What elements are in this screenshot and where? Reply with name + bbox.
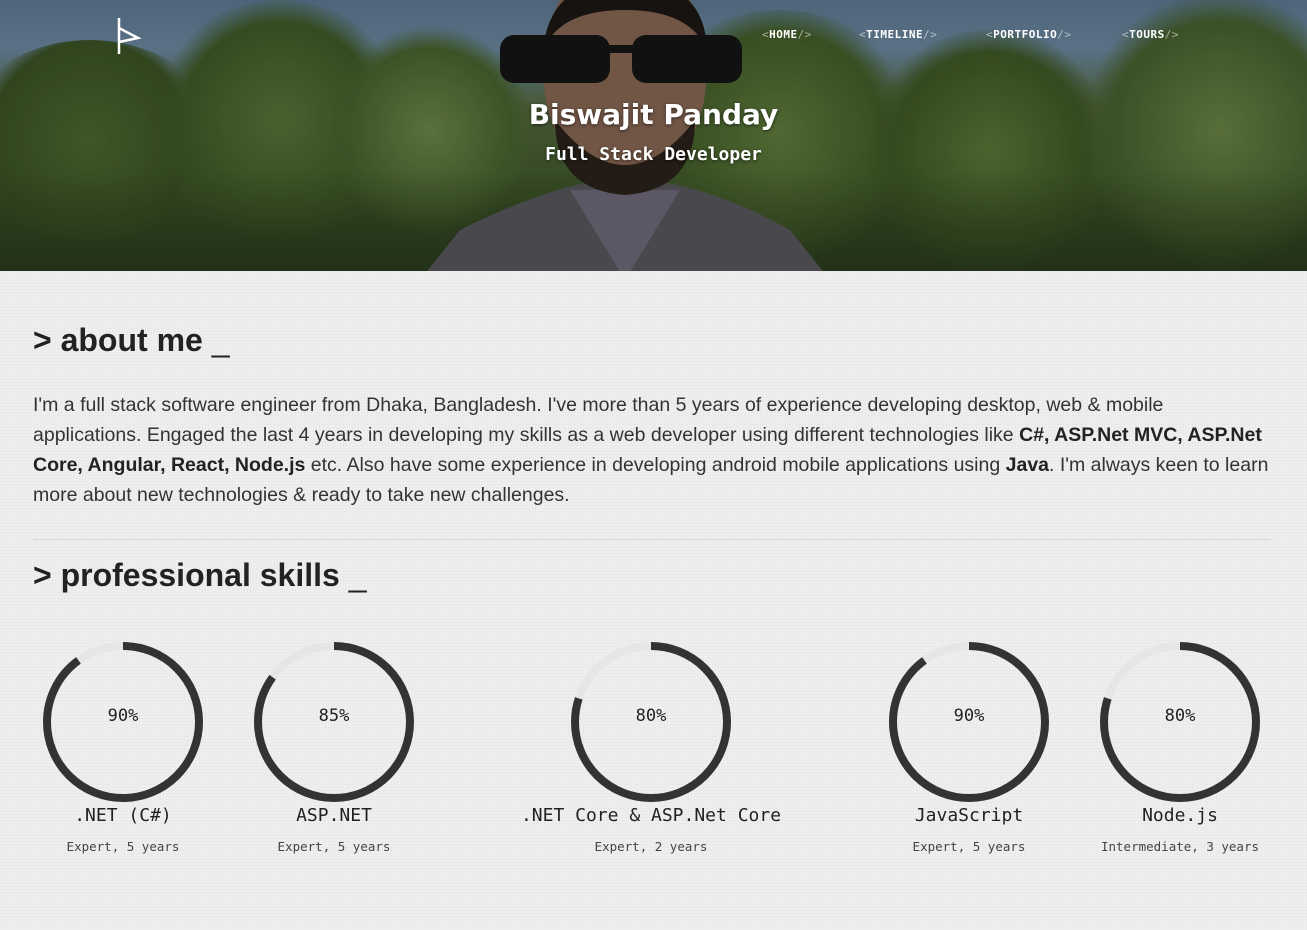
about-title-cursor: _ bbox=[211, 322, 230, 358]
nav-bracket-close: /> bbox=[1057, 28, 1072, 41]
hero-banner: <HOME/> <TIMELINE/> <PORTFOLIO/> <TOURS/… bbox=[0, 0, 1307, 271]
about-text-part: etc. Also have some experience in develo… bbox=[305, 454, 1006, 476]
about-text-java: Java bbox=[1005, 454, 1050, 476]
about-title-text: > about me bbox=[33, 322, 203, 358]
skills-title-cursor: _ bbox=[348, 557, 367, 593]
nav-bracket-close: /> bbox=[1164, 28, 1179, 41]
nav-home[interactable]: <HOME/> bbox=[762, 28, 812, 41]
skill-level: Expert, 5 years bbox=[277, 839, 391, 854]
skills-title-text: > professional skills bbox=[33, 557, 340, 593]
skill-percent: 80% bbox=[635, 706, 667, 726]
skill-percent: 90% bbox=[107, 706, 139, 726]
nav-bracket-close: /> bbox=[923, 28, 938, 41]
nav-label: HOME bbox=[769, 28, 798, 41]
hero-role: Full Stack Developer bbox=[545, 144, 762, 165]
nav-portfolio[interactable]: <PORTFOLIO/> bbox=[986, 28, 1071, 41]
about-text-part: I'm a full stack software engineer from … bbox=[33, 394, 1164, 446]
skill-name: ASP.NET bbox=[296, 805, 372, 826]
skill-level: Intermediate, 3 years bbox=[1100, 839, 1260, 854]
nav-tours[interactable]: <TOURS/> bbox=[1122, 28, 1179, 41]
skill-name: Node.js bbox=[1142, 805, 1218, 826]
section-divider bbox=[33, 539, 1271, 540]
skill-percent: 85% bbox=[318, 706, 350, 726]
nav-label: PORTFOLIO bbox=[993, 28, 1058, 41]
skill-percent: 80% bbox=[1164, 706, 1196, 726]
about-title: > about me _ bbox=[33, 322, 230, 359]
hero-name: Biswajit Panday bbox=[528, 98, 779, 131]
skills-title: > professional skills _ bbox=[33, 557, 366, 594]
nav-timeline[interactable]: <TIMELINE/> bbox=[859, 28, 937, 41]
skill-name: .NET Core & ASP.Net Core bbox=[520, 805, 782, 826]
skill-percent: 90% bbox=[953, 706, 985, 726]
nav-label: TOURS bbox=[1129, 28, 1165, 41]
main-nav: <HOME/> <TIMELINE/> <PORTFOLIO/> <TOURS/… bbox=[0, 28, 1307, 48]
nav-bracket-close: /> bbox=[797, 28, 812, 41]
nav-label: TIMELINE bbox=[866, 28, 924, 41]
about-text: I'm a full stack software engineer from … bbox=[33, 390, 1273, 510]
skill-level: Expert, 2 years bbox=[594, 839, 708, 854]
